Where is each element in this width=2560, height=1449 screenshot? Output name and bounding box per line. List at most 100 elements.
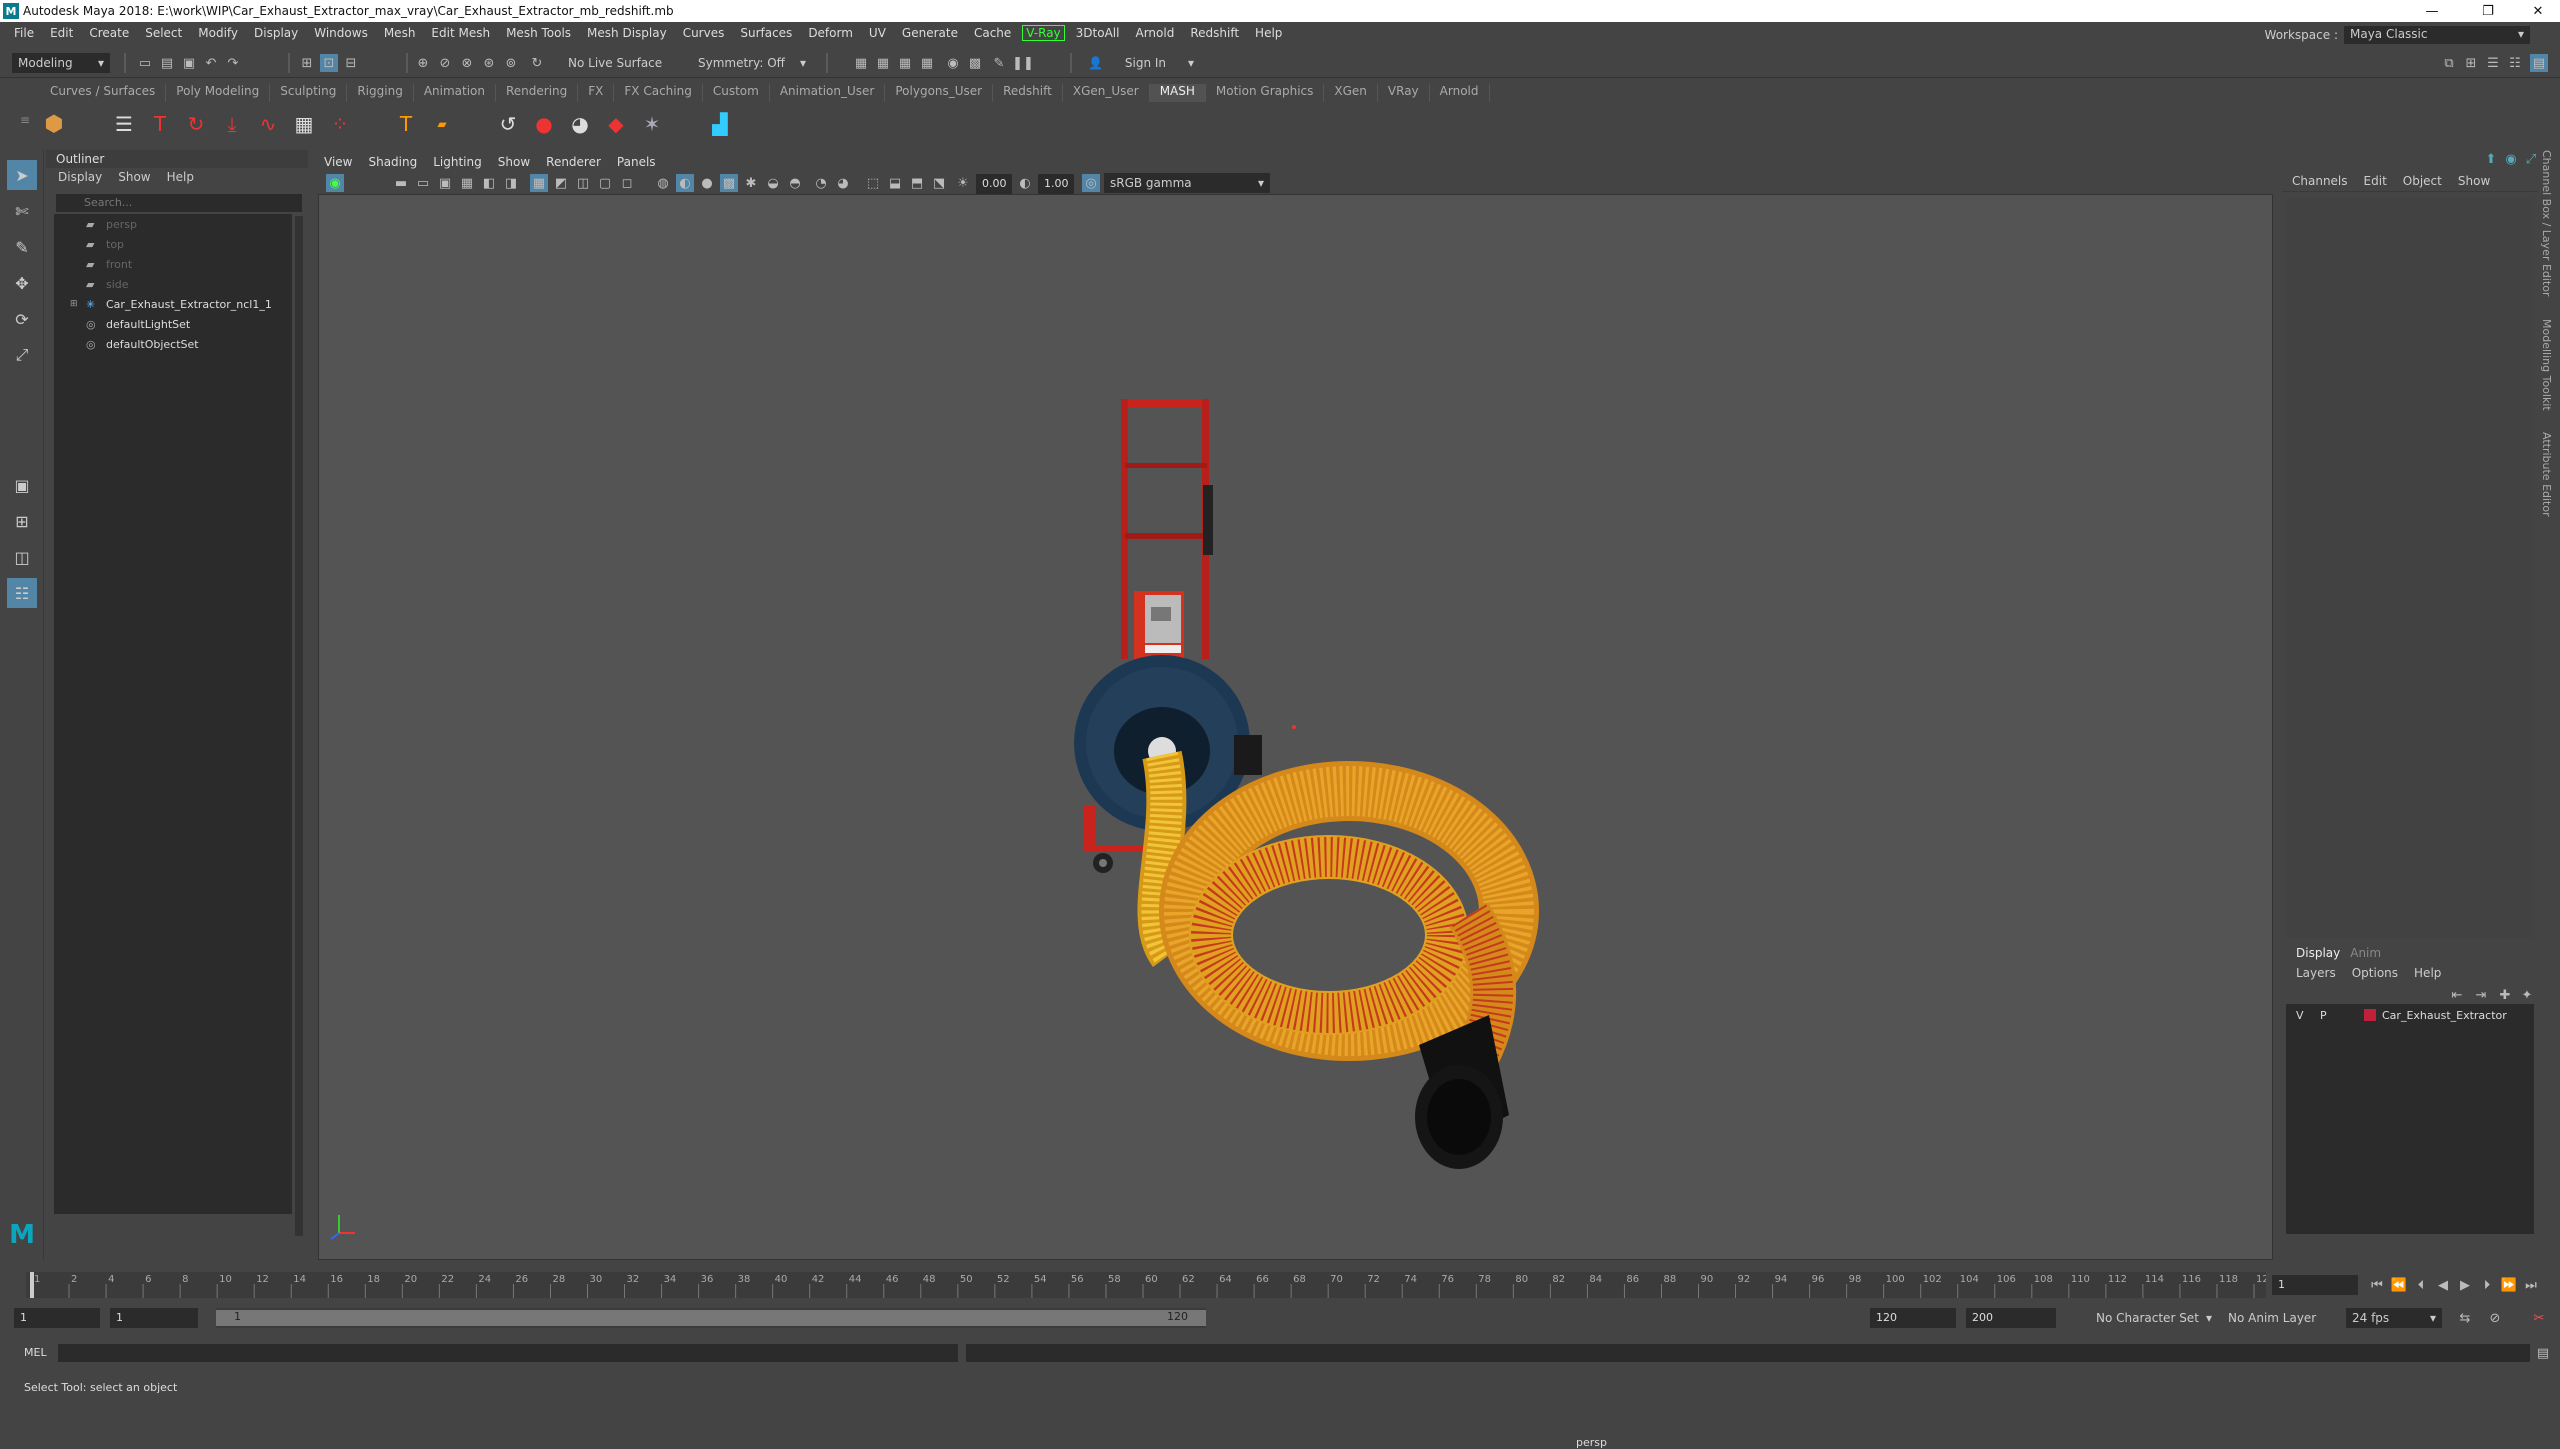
layer-color-swatch[interactable] bbox=[2364, 1009, 2376, 1021]
layer-menu-help[interactable]: Help bbox=[2414, 966, 2441, 980]
menu-help[interactable]: Help bbox=[1247, 26, 1290, 40]
lights-icon[interactable]: ● bbox=[698, 174, 716, 192]
shelf-options-icon[interactable]: ≡ bbox=[20, 106, 30, 134]
color-space-dropdown[interactable]: sRGB gamma ▾ bbox=[1104, 173, 1270, 193]
outliner-item[interactable]: ▰ top bbox=[54, 234, 292, 254]
mash-dynamics-icon[interactable]: ◕ bbox=[566, 110, 594, 138]
mash-refresh-icon[interactable]: ↺ bbox=[494, 110, 522, 138]
show-attribute-editor-icon[interactable]: ⊞ bbox=[2462, 54, 2480, 72]
play-forward-icon[interactable]: ▶ bbox=[2456, 1276, 2474, 1294]
menu-display[interactable]: Display bbox=[246, 26, 306, 40]
outliner-item[interactable]: ▰ front bbox=[54, 254, 292, 274]
playback-end-field[interactable]: 120 bbox=[1870, 1308, 1956, 1328]
gamma-icon[interactable]: ◐ bbox=[1016, 174, 1034, 192]
menu-v-ray[interactable]: V-Ray bbox=[1022, 25, 1065, 41]
select-component-icon[interactable]: ⊟ bbox=[342, 54, 360, 72]
mash-sphere-icon[interactable]: ● bbox=[530, 110, 558, 138]
new-scene-icon[interactable]: ▭ bbox=[136, 54, 154, 72]
loop-icon[interactable]: ⇆ bbox=[2456, 1309, 2474, 1327]
hud-icon[interactable]: ⬔ bbox=[930, 174, 948, 192]
mash-outliner-icon[interactable]: ▟ bbox=[706, 110, 734, 138]
menu-mesh-display[interactable]: Mesh Display bbox=[579, 26, 675, 40]
step-forward-frame-icon[interactable]: ⏵ bbox=[2478, 1276, 2496, 1294]
outliner-layout-icon[interactable]: ☷ bbox=[7, 578, 37, 608]
shelf-tab-motion-graphics[interactable]: Motion Graphics bbox=[1206, 84, 1325, 102]
lasso-tool-icon[interactable]: ✄ bbox=[7, 196, 37, 226]
snap-view-icon[interactable]: ⊛ bbox=[480, 54, 498, 72]
mash-drop-icon[interactable]: ⤓ bbox=[218, 110, 246, 138]
outliner-scrollbar[interactable] bbox=[295, 216, 303, 1236]
mash-type-icon[interactable]: T bbox=[146, 110, 174, 138]
animation-preferences-icon[interactable]: ✂ bbox=[2530, 1309, 2548, 1327]
channel-menu-show[interactable]: Show bbox=[2458, 174, 2490, 188]
menu-file[interactable]: File bbox=[6, 26, 42, 40]
snap-curve-icon[interactable]: ⊘ bbox=[436, 54, 454, 72]
select-hierarchy-icon[interactable]: ⊞ bbox=[298, 54, 316, 72]
expand-icon[interactable]: ⊞ bbox=[70, 299, 80, 309]
shelf-tab-sculpting[interactable]: Sculpting bbox=[270, 84, 348, 102]
workspace-dropdown[interactable]: Maya Classic ▾ bbox=[2344, 26, 2530, 44]
rotate-tool-icon[interactable]: ⟳ bbox=[7, 304, 37, 334]
show-modeling-toolkit-icon[interactable]: ⧉ bbox=[2440, 54, 2458, 72]
channel-menu-edit[interactable]: Edit bbox=[2364, 174, 2387, 188]
menu-mesh[interactable]: Mesh bbox=[376, 26, 424, 40]
menu-windows[interactable]: Windows bbox=[306, 26, 376, 40]
grid-toggle-icon[interactable]: ▦ bbox=[458, 174, 476, 192]
menu-modify[interactable]: Modify bbox=[190, 26, 246, 40]
bookmark-icon[interactable]: ▭ bbox=[414, 174, 432, 192]
scale-tool-icon[interactable]: ⤢ bbox=[7, 340, 37, 370]
mash-distribute-icon[interactable]: ↻ bbox=[182, 110, 210, 138]
layer-playback-toggle[interactable]: P bbox=[2320, 1009, 2327, 1022]
four-view-icon[interactable]: ⊞ bbox=[7, 506, 37, 536]
side-tab-channel-box-layer-editor[interactable]: Channel Box / Layer Editor bbox=[2540, 150, 2553, 297]
pause-render-icon[interactable]: ❚❚ bbox=[1012, 54, 1034, 72]
channel-menu-channels[interactable]: Channels bbox=[2292, 174, 2348, 188]
outliner-search-input[interactable]: Search... bbox=[56, 194, 302, 212]
select-tool-icon[interactable]: ➤ bbox=[7, 160, 37, 190]
outliner-menu-show[interactable]: Show bbox=[118, 170, 150, 184]
menu-uv[interactable]: UV bbox=[861, 26, 894, 40]
shadows-icon[interactable]: ✱ bbox=[742, 174, 760, 192]
camera-select-icon[interactable]: ◉ bbox=[326, 174, 344, 192]
minimize-button[interactable]: — bbox=[2410, 0, 2454, 22]
redo-icon[interactable]: ↷ bbox=[224, 54, 242, 72]
layer-menu-layers[interactable]: Layers bbox=[2296, 966, 2336, 980]
color-management-icon[interactable]: ◎ bbox=[1082, 174, 1100, 192]
outliner-item[interactable]: ▰ side bbox=[54, 274, 292, 294]
shelf-tab-animation[interactable]: Animation bbox=[414, 84, 496, 102]
bounding-box-icon[interactable]: ▢ bbox=[596, 174, 614, 192]
shelf-tab-xgen[interactable]: XGen bbox=[1324, 84, 1378, 102]
menu-generate[interactable]: Generate bbox=[894, 26, 966, 40]
mash-network-icon[interactable]: ⬢ bbox=[40, 110, 68, 138]
layer-tab-anim[interactable]: Anim bbox=[2350, 946, 2381, 960]
exposure-icon[interactable]: ☀ bbox=[954, 174, 972, 192]
mash-points-icon[interactable]: ⁘ bbox=[326, 110, 354, 138]
film-gate-icon[interactable]: ◧ bbox=[480, 174, 498, 192]
viewport-menu-renderer[interactable]: Renderer bbox=[546, 155, 601, 169]
outliner-item[interactable]: ⊞ ✳ Car_Exhaust_Extractor_ncl1_1 bbox=[54, 294, 292, 314]
viewport-menu-shading[interactable]: Shading bbox=[368, 155, 417, 169]
shelf-tab-curves-surfaces[interactable]: Curves / Surfaces bbox=[40, 84, 167, 102]
layer-tab-display[interactable]: Display bbox=[2296, 946, 2340, 960]
single-view-icon[interactable]: ▣ bbox=[7, 470, 37, 500]
go-to-end-icon[interactable]: ⏭ bbox=[2522, 1276, 2540, 1294]
grid-snap-icon[interactable]: ⬒ bbox=[908, 174, 926, 192]
sign-in-dropdown[interactable]: 👤 Sign In ▾ bbox=[1082, 53, 1200, 73]
ipr-render-icon[interactable]: ▦ bbox=[896, 54, 914, 72]
viewport-menu-panels[interactable]: Panels bbox=[617, 155, 656, 169]
auto-key-icon[interactable]: ⊘ bbox=[2486, 1309, 2504, 1327]
select-object-icon[interactable]: ⊡ bbox=[320, 54, 338, 72]
smooth-shade-icon[interactable]: ◩ bbox=[552, 174, 570, 192]
mash-list-icon[interactable]: ☰ bbox=[110, 110, 138, 138]
mash-curve-icon[interactable]: ∿ bbox=[254, 110, 282, 138]
go-to-start-icon[interactable]: ⏮ bbox=[2368, 1276, 2386, 1294]
menu-deform[interactable]: Deform bbox=[800, 26, 861, 40]
snap-grid-icon[interactable]: ⊕ bbox=[414, 54, 432, 72]
shelf-tab-poly-modeling[interactable]: Poly Modeling bbox=[166, 84, 271, 102]
channel-box-layout-icon[interactable]: ◉ bbox=[2502, 150, 2520, 168]
step-back-key-icon[interactable]: ⏪ bbox=[2390, 1276, 2408, 1294]
depth-of-field-icon[interactable]: ◕ bbox=[834, 174, 852, 192]
layer-menu-options[interactable]: Options bbox=[2352, 966, 2398, 980]
motion-blur-icon[interactable]: ◓ bbox=[786, 174, 804, 192]
menu-select[interactable]: Select bbox=[137, 26, 190, 40]
